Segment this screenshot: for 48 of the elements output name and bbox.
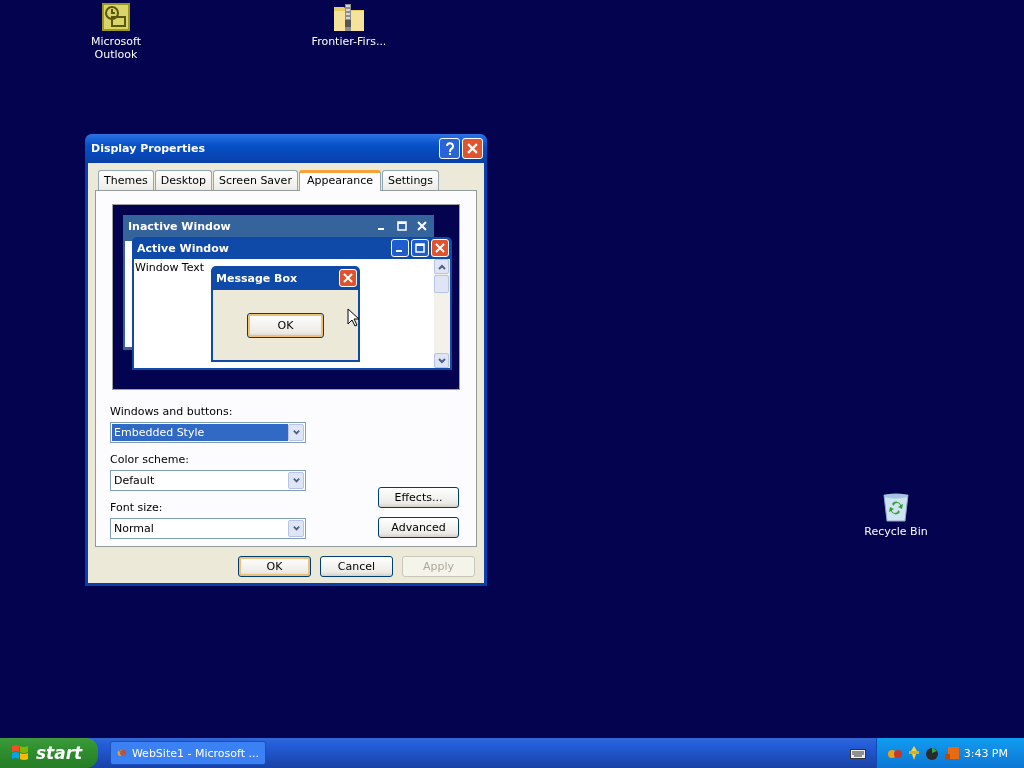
scroll-thumb[interactable] [434,275,449,293]
dialog-button[interactable]: Effects... [378,487,459,508]
clock[interactable]: 3:43 PM [963,746,1008,760]
close-icon[interactable] [431,239,449,257]
dropdown-value: Default [113,473,156,489]
window-title: Active Window [137,241,230,255]
start-button[interactable]: start [0,738,98,768]
help-icon[interactable] [439,138,460,159]
close-icon[interactable] [462,138,483,159]
tab[interactable]: Appearance [298,170,381,191]
scroll-up-icon[interactable] [434,259,449,274]
icon-label[interactable]: Recycle Bin [856,525,936,538]
windows-logo-icon [10,744,30,762]
calendar-envelope-icon[interactable] [101,2,131,32]
scrollbar[interactable] [434,259,450,368]
tab[interactable]: Themes [98,170,154,190]
dropdown[interactable]: Normal [110,518,306,539]
tab[interactable]: Settings [381,170,440,190]
taskbar-button[interactable]: WebSite1 - Microsoft ... [110,741,266,765]
maximize-icon[interactable] [411,239,429,257]
icon-label[interactable]: Microsoft Outlook [91,35,141,61]
dialog-button[interactable]: Cancel [320,556,393,577]
window-text: Window Text [134,260,206,276]
dropdown[interactable]: Default [110,470,306,491]
icon-label[interactable]: Frontier-Firs... [309,35,389,48]
dropdown-value: Normal [113,521,155,537]
recycle-bin-icon[interactable] [881,492,911,522]
keyboard-icon[interactable] [850,747,866,759]
field-label: Windows and buttons: [110,405,234,418]
window-title: Display Properties [91,142,207,155]
field-label: Color scheme: [110,453,190,466]
zipped-folder-icon[interactable] [333,2,365,32]
dropdown-value: Embedded Style [112,424,288,441]
minimize-icon[interactable] [391,239,409,257]
mouse-cursor-icon [347,308,359,327]
dialog-button[interactable]: Advanced [378,517,459,538]
dropdown[interactable]: Embedded Style [110,422,306,443]
tray-icon[interactable] [925,745,941,761]
ok-button[interactable]: OK [247,312,324,338]
window-title: Message Box [216,271,299,285]
field-label: Font size: [110,501,164,514]
scroll-down-icon[interactable] [434,353,449,368]
window-title: Inactive Window [128,219,232,233]
dialog-button[interactable]: OK [238,556,311,577]
tray-icon[interactable] [906,745,922,761]
close-icon[interactable] [339,269,357,287]
tab[interactable]: Screen Saver [213,170,298,190]
tab[interactable]: Desktop [154,170,213,190]
